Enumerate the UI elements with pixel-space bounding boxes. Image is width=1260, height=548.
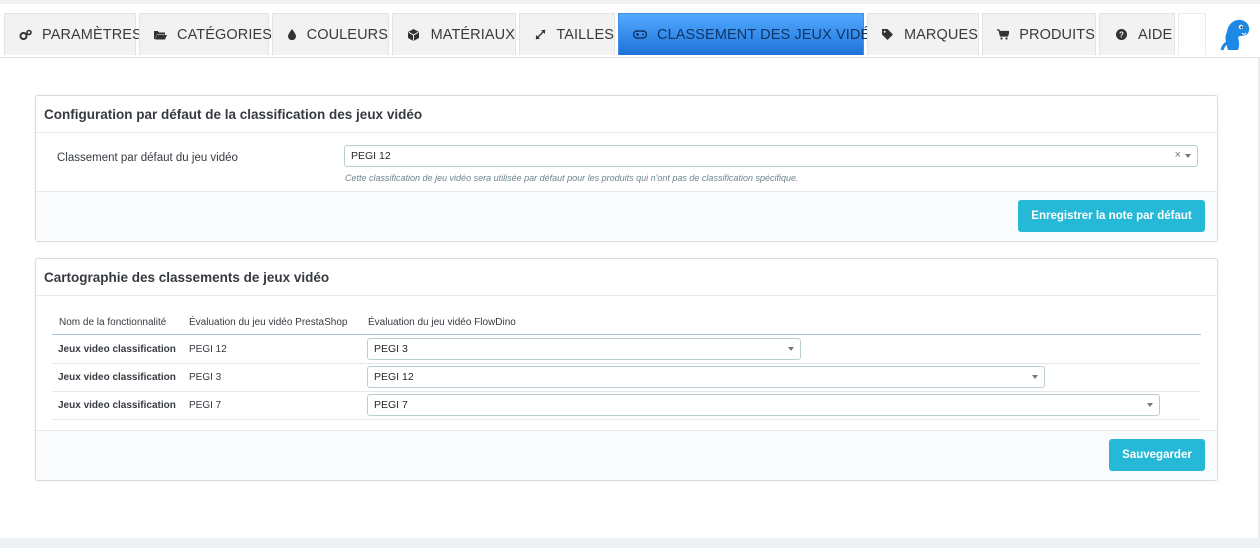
column-header-prestashop: Évaluation du jeu vidéo PrestaShop (189, 317, 348, 328)
default-rating-panel: Configuration par défaut de la classific… (35, 95, 1218, 242)
selected-value: PEGI 12 (351, 150, 391, 162)
tab-tailles[interactable]: TAILLES (519, 13, 615, 55)
tab-label: TAILLES (556, 26, 614, 43)
expand-icon (534, 28, 546, 42)
help-text: Cette classification de jeu vidéo sera u… (345, 173, 799, 183)
row-prestashop-rating: PEGI 7 (189, 400, 222, 411)
save-mapping-button[interactable]: Sauvegarder (1109, 439, 1205, 471)
row-prestashop-rating: PEGI 12 (189, 344, 227, 355)
tab-label: CATÉGORIES (177, 26, 272, 43)
cogs-icon (19, 28, 32, 42)
flowdino-rating-select[interactable]: PEGI 12 (367, 366, 1045, 388)
tab-classement-jeux-video[interactable]: CLASSEMENT DES JEUX VIDÉO (618, 13, 882, 55)
flowdino-logo-icon[interactable] (1216, 16, 1252, 52)
tag-icon (882, 28, 894, 42)
row-divider (52, 391, 1201, 392)
table-header-divider (52, 334, 1201, 335)
page-frame: PARAMÈTRES CATÉGORIES COULEURS MATÉRIAUX (0, 0, 1260, 548)
row-feature-name: Jeux video classification (58, 344, 176, 355)
chevron-down-icon (1185, 154, 1191, 158)
selected-value: PEGI 3 (374, 343, 408, 355)
save-default-rating-button[interactable]: Enregistrer la note par défaut (1018, 200, 1205, 232)
default-rating-select[interactable]: PEGI 12 × (344, 145, 1198, 167)
tab-label: COULEURS (306, 26, 388, 43)
tab-categories[interactable]: CATÉGORIES (139, 13, 272, 55)
row-feature-name: Jeux video classification (58, 372, 176, 383)
tab-label: PRODUITS (1019, 26, 1095, 43)
question-circle-icon: ? (1114, 28, 1128, 42)
tab-aide[interactable]: ? AIDE (1099, 13, 1175, 55)
folder-open-icon (154, 28, 167, 42)
top-tab-bar: PARAMÈTRES CATÉGORIES COULEURS MATÉRIAUX (0, 0, 1260, 58)
tab-couleurs[interactable]: COULEURS (272, 13, 389, 55)
selected-value: PEGI 12 (374, 371, 414, 383)
tab-marques[interactable]: MARQUES (867, 13, 979, 55)
tab-placeholder (1178, 13, 1206, 55)
cube-icon (407, 28, 421, 42)
panel-footer: Sauvegarder (36, 430, 1217, 480)
clear-selection-icon[interactable]: × (1175, 149, 1181, 161)
rating-mapping-panel: Cartographie des classements de jeux vid… (35, 258, 1218, 481)
tab-label: PARAMÈTRES (42, 26, 142, 43)
row-feature-name: Jeux video classification (58, 400, 176, 411)
selected-value: PEGI 7 (374, 399, 408, 411)
chevron-down-icon (788, 347, 794, 351)
default-rating-label: Classement par défaut du jeu vidéo (57, 152, 238, 164)
gamepad-icon (633, 28, 647, 42)
chevron-down-icon (1032, 375, 1038, 379)
row-prestashop-rating: PEGI 3 (189, 372, 222, 383)
tab-label: MATÉRIAUX (430, 26, 515, 43)
tab-parametres[interactable]: PARAMÈTRES (4, 13, 142, 55)
panel-title: Cartographie des classements de jeux vid… (36, 259, 1217, 296)
tab-materiaux[interactable]: MATÉRIAUX (392, 13, 516, 55)
flowdino-rating-select[interactable]: PEGI 3 (367, 338, 801, 360)
row-divider (52, 419, 1201, 420)
column-header-flowdino: Évaluation du jeu vidéo FlowDino (368, 317, 516, 328)
tab-label: AIDE (1138, 26, 1173, 43)
tab-label: MARQUES (903, 26, 978, 43)
column-header-feature: Nom de la fonctionnalité (59, 317, 167, 328)
tint-icon (287, 28, 297, 42)
tab-label: CLASSEMENT DES JEUX VIDÉO (657, 26, 882, 43)
svg-text:?: ? (1119, 30, 1124, 39)
tab-produits[interactable]: PRODUITS (982, 13, 1096, 55)
cart-icon (997, 28, 1010, 42)
chevron-down-icon (1147, 403, 1153, 407)
row-divider (52, 363, 1201, 364)
flowdino-rating-select[interactable]: PEGI 7 (367, 394, 1160, 416)
panel-title: Configuration par défaut de la classific… (36, 96, 1217, 133)
panel-footer: Enregistrer la note par défaut (36, 191, 1217, 241)
